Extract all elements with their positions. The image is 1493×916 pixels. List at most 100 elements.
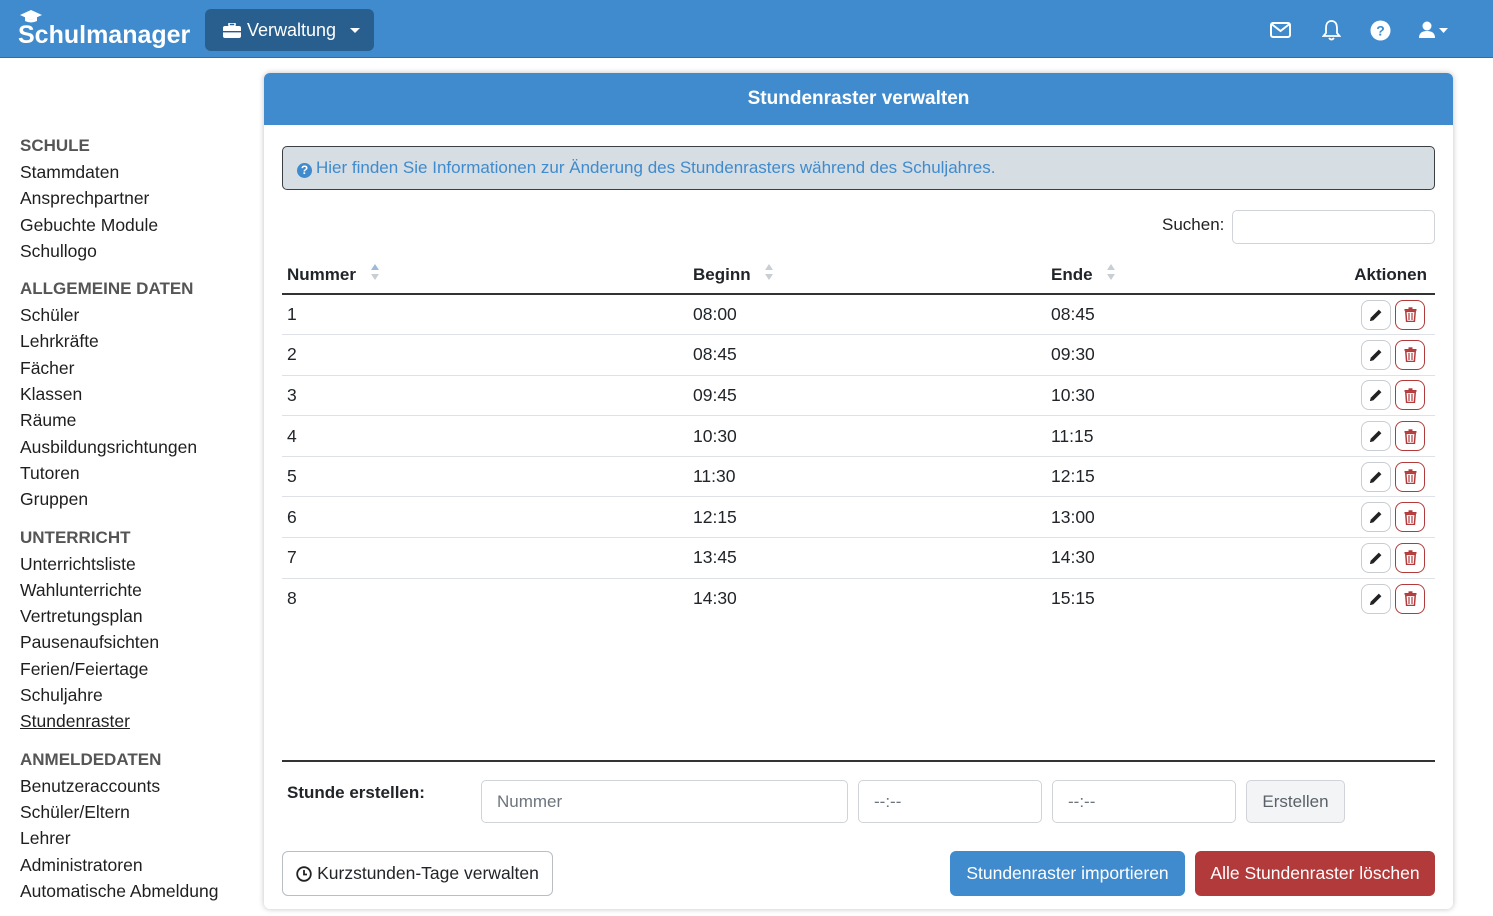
cell-ende: 10:30 [1046, 375, 1306, 417]
mail-icon[interactable] [1268, 18, 1292, 42]
end-time-input[interactable]: --:-- [1052, 780, 1236, 823]
edit-button[interactable] [1361, 421, 1391, 452]
graduation-cap-icon [20, 10, 42, 23]
cell-nummer: 6 [282, 496, 688, 539]
begin-time-input[interactable]: --:-- [858, 780, 1042, 823]
delete-button[interactable] [1395, 583, 1425, 614]
import-button[interactable]: Stundenraster importieren [950, 851, 1185, 896]
sidebar-item-benutzeraccounts[interactable]: Benutzeraccounts [20, 773, 255, 799]
edit-button[interactable] [1361, 461, 1391, 492]
info-alert[interactable]: ? Hier finden Sie Informationen zur Änder… [282, 146, 1435, 190]
delete-button[interactable] [1395, 380, 1425, 411]
table-row: 8 14:30 15:15 [282, 578, 1435, 619]
trash-icon [1404, 388, 1417, 403]
cell-beginn: 10:30 [688, 415, 1046, 457]
cell-nummer: 5 [282, 456, 688, 498]
sidebar-item-administratoren[interactable]: Administratoren [20, 852, 255, 878]
sidebar-item-stammdaten[interactable]: Stammdaten [20, 159, 255, 185]
sidebar-item-ferien-feiertage[interactable]: Ferien/Feiertage [20, 656, 255, 682]
bell-icon[interactable] [1319, 18, 1343, 42]
sidebar-item-raeume[interactable]: Räume [20, 407, 255, 433]
sidebar-heading: ALLGEMEINE DATEN [20, 279, 194, 299]
delete-button[interactable] [1395, 502, 1425, 533]
kurzstunden-tage-button[interactable]: Kurzstunden-Tage verwalten [282, 851, 553, 896]
sidebar-item-lehrer[interactable]: Lehrer [20, 825, 255, 851]
table-row: 5 11:30 12:15 [282, 456, 1435, 498]
info-text: Hier finden Sie Informationen zur Änderu… [316, 158, 996, 177]
sidebar-item-automatische-abmeldung[interactable]: Automatische Abmeldung [20, 878, 255, 904]
search-input[interactable] [1232, 210, 1435, 244]
cell-nummer: 1 [282, 294, 688, 336]
cell-ende: 13:00 [1046, 496, 1306, 539]
sidebar-item-faecher[interactable]: Fächer [20, 355, 255, 381]
delete-button[interactable] [1395, 339, 1425, 370]
sidebar-item-unterrichtsliste[interactable]: Unterrichtsliste [20, 551, 255, 577]
trash-icon [1404, 469, 1417, 485]
pencil-icon [1369, 592, 1383, 606]
help-icon[interactable]: ? [1368, 18, 1392, 42]
trash-icon [1404, 510, 1417, 525]
sidebar-item-pausenaufsichten[interactable]: Pausenaufsichten [20, 629, 255, 655]
sidebar-item-schueler-eltern[interactable]: Schüler/Eltern [20, 799, 255, 825]
cell-aktionen [1306, 456, 1435, 498]
create-label: Stunde erstellen: [287, 783, 425, 802]
sidebar-item-lehrkraefte[interactable]: Lehrkräfte [20, 328, 255, 354]
sidebar-item-gebuchte-module[interactable]: Gebuchte Module [20, 212, 255, 238]
table-header-row: Nummer Beginn Ende Aktionen [282, 256, 1435, 295]
sidebar-item-wahlunterrichte[interactable]: Wahlunterrichte [20, 577, 255, 603]
column-header-ende[interactable]: Ende [1046, 256, 1306, 295]
sidebar-item-tutoren[interactable]: Tutoren [20, 460, 255, 486]
sidebar-item-stundenraster[interactable]: Stundenraster [20, 708, 255, 734]
create-button[interactable]: Erstellen [1246, 780, 1345, 823]
cell-ende: 15:15 [1051, 588, 1095, 609]
edit-button[interactable] [1361, 380, 1391, 411]
sidebar-item-ansprechpartner[interactable]: Ansprechpartner [20, 185, 255, 211]
edit-button[interactable] [1361, 299, 1391, 330]
edit-button[interactable] [1361, 502, 1391, 533]
cell-beginn: 08:45 [688, 334, 1046, 376]
sidebar-section-anmeldedaten: ANMELDEDATEN Benutzeraccounts Schüler/El… [20, 747, 255, 904]
table-row: 1 08:00 08:45 [282, 294, 1435, 336]
column-header-nummer[interactable]: Nummer [282, 256, 688, 295]
trash-icon [1404, 428, 1417, 444]
sort-icon [765, 264, 774, 282]
delete-button[interactable] [1395, 421, 1425, 452]
cell-ende: 08:45 [1046, 294, 1306, 336]
delete-all-button[interactable]: Alle Stundenraster löschen [1195, 851, 1435, 896]
stundenraster-table: Nummer Beginn Ende Aktionen 1 08:00 08:45 2… [282, 256, 1435, 619]
sidebar-item-schullogo[interactable]: Schullogo [20, 238, 255, 264]
verwaltung-menu-button[interactable]: Verwaltung [205, 9, 374, 51]
cell-nummer: 4 [282, 415, 688, 457]
sidebar-section-allgemeine-daten: ALLGEMEINE DATEN Schüler Lehrkräfte Fäch… [20, 276, 255, 512]
sidebar-item-schueler[interactable]: Schüler [20, 302, 255, 328]
table-row: 4 10:30 11:15 [282, 415, 1435, 457]
edit-button[interactable] [1361, 583, 1391, 614]
column-header-aktionen: Aktionen [1306, 256, 1435, 295]
edit-button[interactable] [1361, 339, 1391, 370]
table-row: 7 13:45 14:30 [282, 537, 1435, 579]
brand-logo[interactable]: Schulmanager [18, 10, 190, 50]
column-header-label: Beginn [693, 265, 751, 284]
user-menu-icon[interactable] [1418, 18, 1450, 42]
cell-aktionen [1306, 294, 1435, 336]
delete-button[interactable] [1395, 299, 1425, 330]
cell-beginn: 12:15 [688, 496, 1046, 539]
number-input[interactable]: Nummer [481, 780, 848, 823]
table-row: 3 09:45 10:30 [282, 375, 1435, 417]
kurzstunden-tage-label: Kurzstunden-Tage verwalten [317, 863, 539, 883]
divider [282, 760, 1435, 762]
cell-aktionen [1306, 496, 1435, 539]
sidebar-item-schuljahre[interactable]: Schuljahre [20, 682, 255, 708]
cell-nummer: 3 [282, 375, 688, 417]
cell-ende: 12:15 [1046, 456, 1306, 498]
delete-button[interactable] [1395, 461, 1425, 492]
sidebar-item-ausbildungsrichtungen[interactable]: Ausbildungsrichtungen [20, 434, 255, 460]
sidebar-item-vertretungsplan[interactable]: Vertretungsplan [20, 603, 255, 629]
edit-button[interactable] [1361, 542, 1391, 573]
delete-button[interactable] [1395, 542, 1425, 573]
sidebar-heading: SCHULE [20, 136, 90, 155]
sidebar-item-klassen[interactable]: Klassen [20, 381, 255, 407]
sidebar-item-gruppen[interactable]: Gruppen [20, 486, 255, 512]
pencil-icon [1369, 551, 1383, 565]
column-header-beginn[interactable]: Beginn [688, 256, 1046, 295]
